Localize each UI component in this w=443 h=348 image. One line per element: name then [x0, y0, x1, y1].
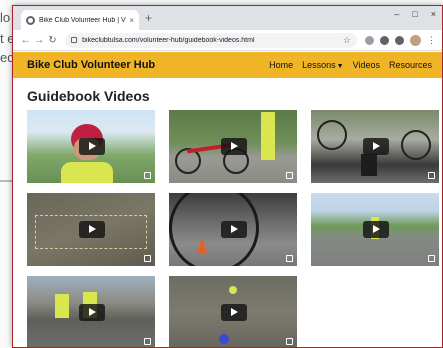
play-button-icon[interactable] [221, 304, 247, 321]
video-thumbnail[interactable] [169, 276, 297, 347]
video-thumbnail[interactable] [311, 193, 439, 266]
browser-window: Bike Club Volunteer Hub | Videos × + – □… [12, 5, 443, 348]
browser-tab[interactable]: Bike Club Volunteer Hub | Videos × [21, 10, 139, 30]
fullscreen-icon[interactable] [144, 255, 151, 262]
safety-vest-shape [61, 162, 113, 183]
page-title: Guidebook Videos [27, 88, 150, 104]
nav-lessons[interactable]: Lessons▼ [302, 60, 343, 70]
favicon-icon [26, 15, 35, 25]
nav-links: Home Lessons▼ Videos Resources [269, 60, 432, 70]
video-thumbnail[interactable] [169, 193, 297, 266]
rider-shape [229, 286, 237, 294]
browser-toolbar: ← → ↻ bikeclubtulsa.com/volunteer-hub/gu… [13, 30, 442, 51]
person-vest-shape [261, 112, 275, 160]
url-text: bikeclubtulsa.com/volunteer-hub/guideboo… [82, 36, 255, 44]
play-button-icon[interactable] [221, 138, 247, 155]
fullscreen-icon[interactable] [428, 255, 435, 262]
play-button-icon[interactable] [363, 138, 389, 155]
close-window-button[interactable]: × [431, 9, 436, 19]
window-controls: – □ × [394, 9, 436, 19]
nav-home[interactable]: Home [269, 60, 293, 70]
fullscreen-icon[interactable] [428, 172, 435, 179]
profile-avatar-icon[interactable] [410, 34, 421, 46]
maximize-button[interactable]: □ [412, 9, 417, 19]
nav-lessons-label: Lessons [302, 60, 336, 70]
rider-shape [219, 334, 229, 344]
background-text: lo [0, 10, 11, 25]
fullscreen-icon[interactable] [144, 338, 151, 345]
extension-icon[interactable] [380, 35, 389, 45]
site-navbar: Bike Club Volunteer Hub Home Lessons▼ Vi… [13, 52, 442, 78]
wheel-shape [401, 130, 431, 160]
new-tab-button[interactable]: + [145, 11, 152, 25]
site-brand[interactable]: Bike Club Volunteer Hub [27, 59, 269, 71]
website: Bike Club Volunteer Hub Home Lessons▼ Vi… [13, 52, 442, 347]
caret-down-icon: ▼ [336, 63, 344, 70]
tab-strip: Bike Club Volunteer Hub | Videos × + – □… [13, 6, 442, 30]
fullscreen-icon[interactable] [286, 172, 293, 179]
extension-icons: ⋮ [365, 34, 436, 46]
video-thumbnail[interactable] [27, 276, 155, 347]
kebab-menu-icon[interactable]: ⋮ [427, 35, 436, 46]
lock-icon [71, 37, 78, 43]
puzzle-icon[interactable] [395, 35, 404, 45]
fullscreen-icon[interactable] [286, 255, 293, 262]
fullscreen-icon[interactable] [144, 172, 151, 179]
play-button-icon[interactable] [79, 304, 105, 321]
nav-videos[interactable]: Videos [353, 60, 380, 70]
shoe-shape [361, 154, 377, 176]
video-thumbnail[interactable] [169, 110, 297, 183]
reload-icon[interactable]: ↻ [46, 35, 59, 46]
bookmark-star-icon[interactable]: ☆ [343, 35, 351, 46]
video-thumbnail[interactable] [311, 110, 439, 183]
play-button-icon[interactable] [79, 138, 105, 155]
back-arrow-icon[interactable]: ← [19, 35, 32, 46]
address-bar[interactable]: bikeclubtulsa.com/volunteer-hub/guideboo… [65, 32, 357, 48]
play-button-icon[interactable] [221, 221, 247, 238]
video-thumbnail[interactable] [27, 110, 155, 183]
forward-arrow-icon[interactable]: → [32, 35, 45, 46]
video-thumbnail[interactable] [27, 193, 155, 266]
play-button-icon[interactable] [79, 221, 105, 238]
extension-icon[interactable] [365, 35, 374, 45]
fullscreen-icon[interactable] [286, 338, 293, 345]
rider-vest-shape [55, 294, 69, 318]
play-button-icon[interactable] [363, 221, 389, 238]
nav-resources[interactable]: Resources [389, 60, 432, 70]
tab-title: Bike Club Volunteer Hub | Videos [39, 16, 126, 24]
minimize-button[interactable]: – [394, 9, 399, 19]
video-grid [27, 110, 439, 347]
wheel-shape [317, 120, 347, 150]
tab-close-button[interactable]: × [129, 16, 134, 25]
